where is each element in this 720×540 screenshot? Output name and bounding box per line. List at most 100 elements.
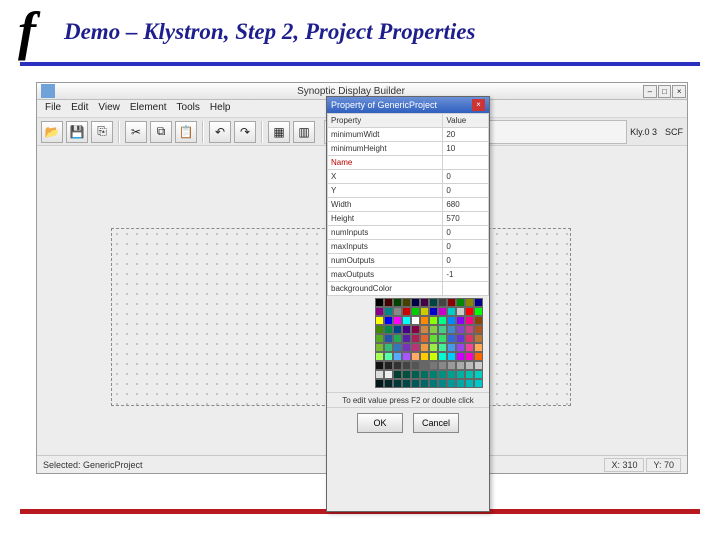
color-swatch[interactable] [375, 307, 384, 316]
system-menu-icon[interactable] [41, 84, 55, 98]
col-value[interactable]: Value [443, 114, 489, 128]
color-swatch[interactable] [375, 352, 384, 361]
table-row[interactable]: Y0 [328, 184, 489, 198]
color-swatch[interactable] [474, 370, 483, 379]
color-swatch[interactable] [393, 379, 402, 388]
color-swatch[interactable] [384, 379, 393, 388]
ungroup-icon[interactable]: ▥ [293, 121, 315, 143]
color-swatch[interactable] [456, 343, 465, 352]
prop-value[interactable]: 0 [443, 184, 489, 198]
color-swatch[interactable] [447, 316, 456, 325]
menu-file[interactable]: File [45, 102, 61, 115]
paste-icon[interactable]: 📋 [175, 121, 197, 143]
color-swatch[interactable] [456, 325, 465, 334]
color-swatch[interactable] [429, 316, 438, 325]
table-row[interactable]: minimumWidt20 [328, 128, 489, 142]
color-swatch[interactable] [393, 370, 402, 379]
open-icon[interactable]: 📂 [41, 121, 63, 143]
color-swatch[interactable] [447, 361, 456, 370]
color-swatch[interactable] [402, 334, 411, 343]
color-swatch[interactable] [465, 352, 474, 361]
prop-value[interactable]: 0 [443, 226, 489, 240]
color-swatch[interactable] [438, 316, 447, 325]
menu-element[interactable]: Element [130, 102, 167, 115]
color-swatch[interactable] [447, 325, 456, 334]
color-swatch[interactable] [384, 325, 393, 334]
prop-value[interactable]: 570 [443, 212, 489, 226]
color-swatch[interactable] [402, 352, 411, 361]
table-row[interactable]: Name [328, 156, 489, 170]
color-swatch[interactable] [411, 334, 420, 343]
color-swatch[interactable] [384, 334, 393, 343]
color-swatch[interactable] [438, 307, 447, 316]
color-swatch[interactable] [429, 298, 438, 307]
prop-value[interactable] [443, 156, 489, 170]
color-swatch[interactable] [438, 379, 447, 388]
color-swatch[interactable] [456, 379, 465, 388]
table-row[interactable]: minimumHeight10 [328, 142, 489, 156]
color-swatch[interactable] [429, 343, 438, 352]
color-swatch[interactable] [465, 298, 474, 307]
table-row[interactable]: backgroundColor [328, 282, 489, 296]
color-swatch[interactable] [393, 334, 402, 343]
color-swatch[interactable] [375, 334, 384, 343]
color-swatch[interactable] [411, 343, 420, 352]
menu-view[interactable]: View [98, 102, 120, 115]
color-swatch[interactable] [411, 316, 420, 325]
table-row[interactable]: maxInputs0 [328, 240, 489, 254]
table-row[interactable]: numInputs0 [328, 226, 489, 240]
save-all-icon[interactable]: ⎘ [91, 121, 113, 143]
maximize-button[interactable]: □ [658, 85, 672, 98]
color-swatch[interactable] [465, 361, 474, 370]
color-swatch[interactable] [402, 316, 411, 325]
color-swatch[interactable] [429, 379, 438, 388]
color-swatch[interactable] [375, 361, 384, 370]
table-row[interactable]: Width680 [328, 198, 489, 212]
color-swatch[interactable] [456, 298, 465, 307]
color-swatch[interactable] [438, 370, 447, 379]
color-swatch[interactable] [447, 343, 456, 352]
color-swatch[interactable] [420, 379, 429, 388]
group-icon[interactable]: ▦ [268, 121, 290, 143]
color-swatch[interactable] [375, 343, 384, 352]
color-swatch[interactable] [375, 298, 384, 307]
color-swatch[interactable] [474, 361, 483, 370]
color-swatch[interactable] [411, 352, 420, 361]
color-swatch[interactable] [411, 379, 420, 388]
table-row[interactable]: numOutputs0 [328, 254, 489, 268]
color-swatch[interactable] [375, 370, 384, 379]
color-swatch[interactable] [456, 352, 465, 361]
color-swatch[interactable] [393, 343, 402, 352]
color-swatch[interactable] [375, 379, 384, 388]
color-swatch[interactable] [474, 325, 483, 334]
color-swatch[interactable] [384, 352, 393, 361]
color-swatch[interactable] [411, 307, 420, 316]
color-swatch[interactable] [474, 334, 483, 343]
prop-value[interactable]: 680 [443, 198, 489, 212]
color-swatch[interactable] [393, 361, 402, 370]
color-swatch[interactable] [420, 307, 429, 316]
color-swatch[interactable] [402, 307, 411, 316]
color-swatch[interactable] [474, 343, 483, 352]
color-swatch[interactable] [474, 379, 483, 388]
menu-edit[interactable]: Edit [71, 102, 88, 115]
color-swatch[interactable] [456, 361, 465, 370]
color-swatch[interactable] [465, 307, 474, 316]
color-swatch[interactable] [429, 307, 438, 316]
color-swatch[interactable] [438, 325, 447, 334]
color-swatch[interactable] [375, 316, 384, 325]
minimize-button[interactable]: – [643, 85, 657, 98]
col-property[interactable]: Property [328, 114, 443, 128]
color-swatch[interactable] [474, 298, 483, 307]
table-row[interactable]: maxOutputs-1 [328, 268, 489, 282]
color-swatch[interactable] [474, 316, 483, 325]
color-swatch[interactable] [447, 379, 456, 388]
color-swatch[interactable] [402, 361, 411, 370]
color-swatch[interactable] [465, 370, 474, 379]
table-row[interactable]: X0 [328, 170, 489, 184]
color-swatch[interactable] [456, 370, 465, 379]
color-swatch[interactable] [465, 316, 474, 325]
color-swatch[interactable] [447, 298, 456, 307]
redo-icon[interactable]: ↷ [234, 121, 256, 143]
color-swatch[interactable] [474, 307, 483, 316]
